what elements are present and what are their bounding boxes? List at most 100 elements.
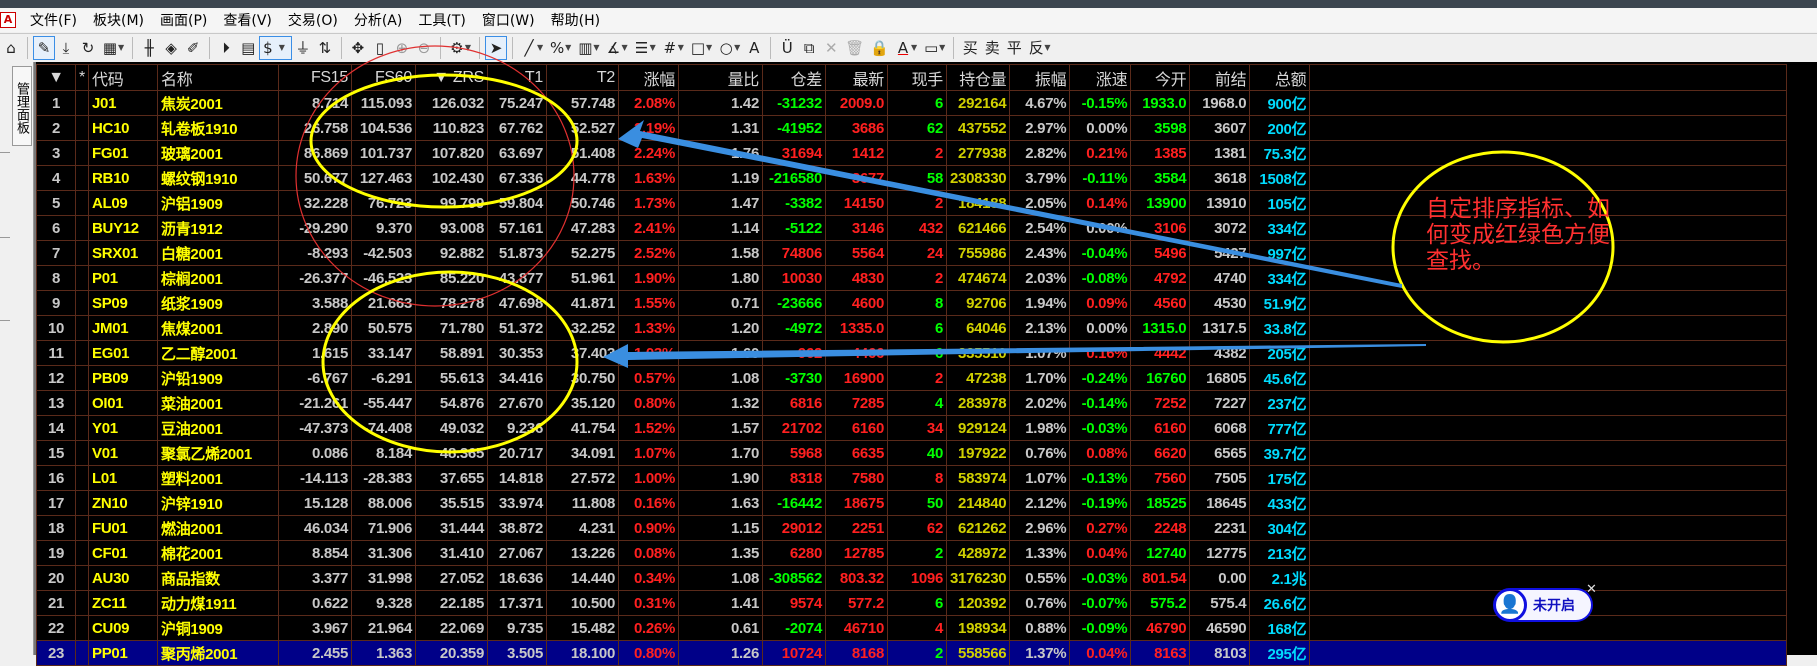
- table-row[interactable]: 3 FG01 玻璃2001 86.869 101.737 107.820 63.697 51.…: [36, 140, 1788, 166]
- cell-volume-ratio: 1.57: [678, 415, 763, 441]
- buy-button[interactable]: 买: [959, 36, 981, 60]
- chevron-down-icon[interactable]: ▼: [465, 43, 471, 52]
- table-row[interactable]: 11 EG01 乙二醇2001 1.615 33.147 58.891 30.353 37.4…: [36, 340, 1788, 366]
- column-header-last[interactable]: 最新: [825, 64, 888, 91]
- download-icon[interactable]: ⤓: [55, 36, 77, 60]
- table-row[interactable]: 13 OI01 菜油2001 -21.261 -55.447 54.876 27.670 35…: [36, 390, 1788, 416]
- table-row[interactable]: 18 FU01 燃油2001 46.034 71.906 31.444 38.872 4.23…: [36, 515, 1788, 541]
- column-header-fs15[interactable]: FS15: [278, 64, 352, 91]
- menu-trade[interactable]: 交易(O): [280, 10, 346, 30]
- table-row[interactable]: 9 SP09 纸浆1909 3.588 21.663 78.278 47.698 41.871…: [36, 290, 1788, 316]
- column-header-open[interactable]: 今开: [1130, 64, 1191, 91]
- document-icon[interactable]: ▤: [237, 36, 259, 60]
- text-tool-icon[interactable]: A: [743, 36, 765, 60]
- table-row[interactable]: 16 L01 塑料2001 -14.113 -28.383 37.655 14.818 27.…: [36, 465, 1788, 491]
- cell-speed: -0.15%: [1069, 90, 1132, 116]
- menu-view[interactable]: 查看(V): [215, 10, 280, 30]
- lock-icon[interactable]: 🔒: [867, 36, 892, 60]
- column-header-t1[interactable]: T1: [487, 64, 547, 91]
- table-row[interactable]: 15 V01 聚氯乙烯2001 0.086 8.184 48.365 20.717 34.09…: [36, 440, 1788, 466]
- cell-volume-ratio: 1.31: [678, 115, 763, 141]
- table-row[interactable]: 4 RB10 螺纹钢1910 50.677 127.463 102.430 67.336 44…: [36, 165, 1788, 191]
- table-row[interactable]: 2 HC10 轧卷板1910 26.758 104.536 110.823 67.762 52…: [36, 115, 1788, 141]
- chevron-down-icon[interactable]: ▼: [118, 43, 124, 52]
- cell-turnover: 2.1兆: [1249, 565, 1311, 591]
- edit-note-icon[interactable]: ✐: [182, 36, 204, 60]
- zoom-out-icon[interactable]: ⊖: [413, 36, 435, 60]
- table-row[interactable]: 14 Y01 豆油2001 -47.373 -74.408 49.032 9.236 41.7…: [36, 415, 1788, 441]
- menu-help[interactable]: 帮助(H): [543, 10, 608, 30]
- menu-screen[interactable]: 画面(P): [152, 10, 215, 30]
- menu-file[interactable]: 文件(F): [22, 10, 85, 30]
- draw-pen-icon[interactable]: ✎: [33, 35, 55, 60]
- delete-icon[interactable]: ✕: [820, 36, 842, 60]
- flat-button[interactable]: 平: [1003, 36, 1025, 60]
- column-header-oi-change[interactable]: 仓差: [762, 64, 826, 91]
- copy-shape-icon[interactable]: ⧉: [798, 36, 820, 60]
- chevron-down-icon[interactable]: ▼: [734, 43, 740, 52]
- menu-tools[interactable]: 工具(T): [410, 10, 473, 30]
- table-row[interactable]: 20 AU30 商品指数 3.377 31.998 27.052 18.636 14.440 0…: [36, 565, 1788, 591]
- chevron-down-icon[interactable]: ▼: [593, 43, 599, 52]
- trash-icon[interactable]: 🗑: [842, 36, 867, 60]
- table-row[interactable]: 10 JM01 焦煤2001 2.890 50.575 71.780 51.372 32.25…: [36, 315, 1788, 341]
- table-row[interactable]: 12 PB09 沪铅1909 -6.767 -6.291 55.613 34.416 30.7…: [36, 365, 1788, 391]
- chevron-down-icon[interactable]: ▼: [911, 43, 917, 52]
- cell-open: 4560: [1130, 290, 1191, 316]
- cell-row-index: 3: [36, 140, 76, 166]
- cell-zrs: 99.799: [415, 190, 488, 216]
- recording-badge[interactable]: 👤 未开启: [1493, 588, 1593, 622]
- zoom-in-icon[interactable]: ⊕: [391, 36, 413, 60]
- sell-button[interactable]: 卖: [981, 36, 1003, 60]
- cell-name: 动力煤1911: [157, 590, 279, 616]
- column-header-change-pct[interactable]: 涨幅: [618, 64, 679, 91]
- column-header-sort-menu[interactable]: ▼: [36, 64, 76, 91]
- candlestick-icon[interactable]: ╫: [138, 36, 160, 60]
- table-row[interactable]: 1 J01 焦炭2001 8.714 115.093 126.032 75.247 57.74…: [36, 90, 1788, 116]
- column-header-t2[interactable]: T2: [546, 64, 619, 91]
- column-header-fs60[interactable]: FS60: [351, 64, 416, 91]
- column-header-code[interactable]: 代码: [88, 64, 158, 91]
- currency-button[interactable]: $ ▼: [259, 35, 292, 60]
- chevron-down-icon[interactable]: ▼: [706, 43, 712, 52]
- table-row[interactable]: 19 CF01 棉花2001 8.854 31.306 31.410 27.067 13.22…: [36, 540, 1788, 566]
- alert-diamond-icon[interactable]: ◈: [160, 36, 182, 60]
- ruler-icon[interactable]: ▯: [369, 36, 391, 60]
- column-header-turnover[interactable]: 总额: [1249, 64, 1311, 91]
- table-row[interactable]: 23 PP01 聚丙烯2001 2.455 1.363 20.359 3.505 18.100…: [36, 640, 1788, 666]
- column-header-volume-ratio[interactable]: 量比: [678, 64, 763, 91]
- menu-sector[interactable]: 板块(M): [85, 10, 152, 30]
- column-header-speed[interactable]: 涨速: [1069, 64, 1132, 91]
- sidebar-divider: [0, 320, 10, 321]
- chevron-down-icon[interactable]: ▼: [650, 43, 656, 52]
- cell-open-interest: 64046: [945, 315, 1011, 341]
- sort-icon[interactable]: ⇅: [314, 36, 336, 60]
- close-icon[interactable]: ✕: [1586, 582, 1597, 597]
- column-header-mark[interactable]: *: [75, 64, 89, 91]
- menu-analysis[interactable]: 分析(A): [346, 10, 411, 30]
- chevron-down-icon[interactable]: ▼: [537, 43, 543, 52]
- chevron-down-icon[interactable]: ▼: [678, 43, 684, 52]
- home-icon[interactable]: ⌂: [0, 36, 22, 60]
- pointer-icon[interactable]: ➤: [485, 35, 508, 60]
- refresh-icon[interactable]: ↻: [77, 36, 99, 60]
- column-header-zrs[interactable]: ▼ ZRS: [415, 64, 488, 91]
- sidebar-tab-manage-panel[interactable]: 管理面板: [12, 66, 32, 146]
- play-icon[interactable]: ⏵: [215, 36, 237, 60]
- filter-icon[interactable]: ⏚: [292, 36, 314, 60]
- chevron-down-icon[interactable]: ▼: [939, 43, 945, 52]
- cell-change-pct: 0.80%: [618, 640, 679, 666]
- menu-window[interactable]: 窗口(W): [474, 10, 543, 30]
- column-header-name[interactable]: 名称: [157, 64, 279, 91]
- column-header-open-interest[interactable]: 持仓量: [945, 64, 1011, 91]
- move-icon[interactable]: ✥: [347, 36, 369, 60]
- column-header-last-vol[interactable]: 现手: [887, 64, 947, 91]
- column-header-amplitude[interactable]: 振幅: [1009, 64, 1071, 91]
- chevron-down-icon[interactable]: ▼: [565, 43, 571, 52]
- magnet-icon[interactable]: Ü: [776, 36, 798, 60]
- chevron-down-icon[interactable]: ▼: [621, 43, 627, 52]
- cell-fs60: -6.291: [351, 365, 416, 391]
- table-row[interactable]: 17 ZN10 沪锌1910 15.128 88.006 35.515 33.974 11.8…: [36, 490, 1788, 516]
- column-header-prev-settle[interactable]: 前结: [1189, 64, 1251, 91]
- chevron-down-icon[interactable]: ▼: [1044, 43, 1050, 52]
